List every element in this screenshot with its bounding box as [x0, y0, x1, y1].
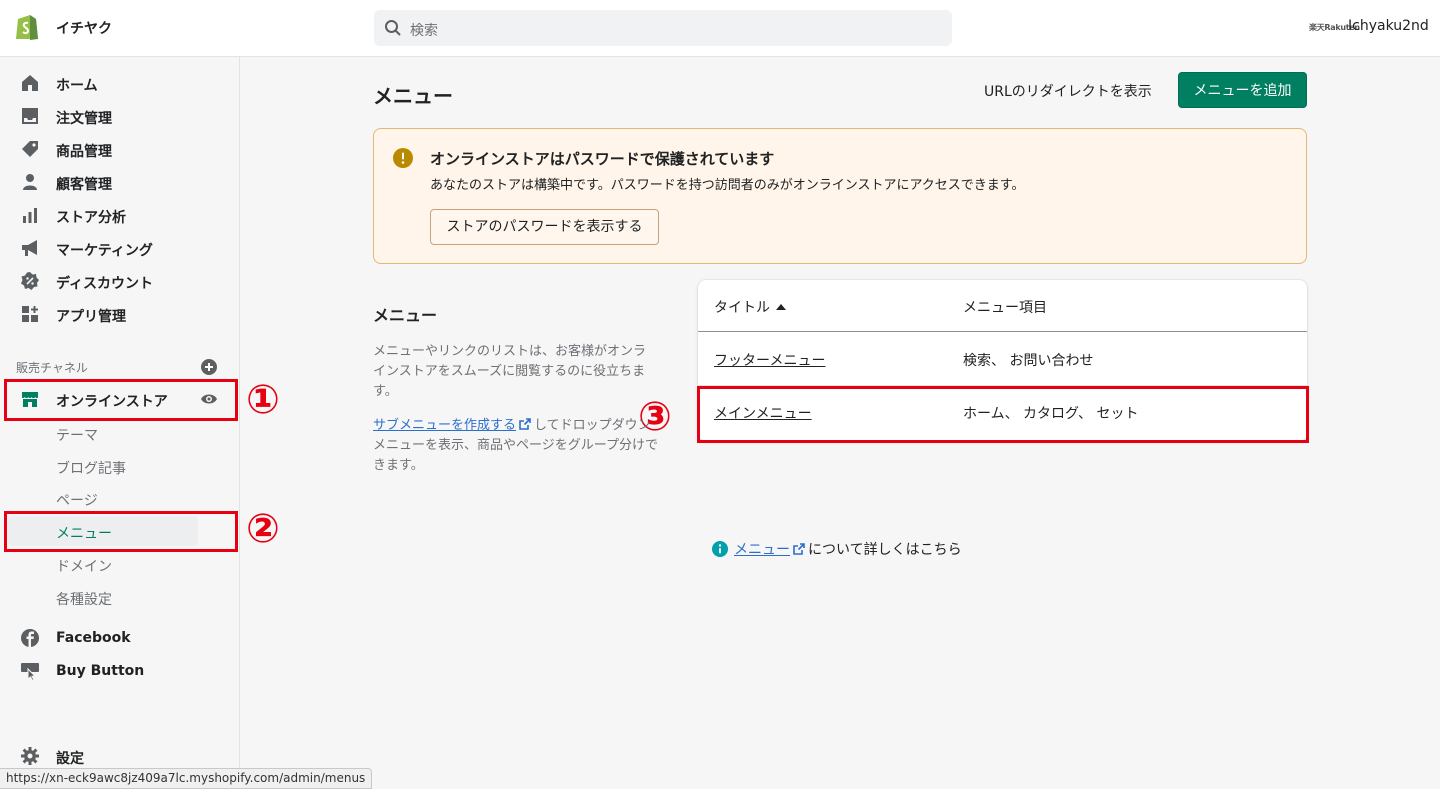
sidebar-item-label: 設定	[56, 751, 84, 767]
password-protection-banner: オンラインストアはパスワードで保護されています あなたのストアは構築中です。パス…	[373, 128, 1307, 264]
warning-icon	[393, 148, 413, 168]
shopify-logo-icon[interactable]	[14, 13, 40, 41]
sidebar-item-apps[interactable]: アプリ管理	[0, 298, 239, 330]
apps-icon	[22, 306, 38, 322]
column-header-title[interactable]: タイトル	[714, 297, 786, 317]
home-icon	[22, 75, 38, 91]
table-header-divider	[698, 331, 1307, 332]
buy-button-icon	[21, 663, 39, 681]
sidebar-item-label: 顧客管理	[56, 177, 112, 193]
orders-icon	[22, 108, 38, 124]
sidebar-item-label: 注文管理	[56, 111, 112, 127]
account-name[interactable]: Ichyaku2nd	[1348, 18, 1429, 34]
info-icon	[712, 541, 728, 557]
sort-ascending-icon	[776, 304, 786, 310]
sidebar-item-label: ストア分析	[56, 210, 126, 226]
annotation-number-2: ②	[246, 506, 280, 552]
annotation-box-main-menu	[697, 386, 1309, 443]
sidebar-item-buy-button[interactable]: Buy Button	[0, 655, 239, 687]
analytics-icon	[23, 208, 37, 223]
gear-icon	[21, 747, 39, 765]
submenu-help-text: サブメニューを作成する してドロップダウンメニューを表示、商品やページをグループ分…	[373, 416, 658, 476]
sidebar-item-orders[interactable]: 注文管理	[0, 100, 239, 132]
add-channel-icon[interactable]	[201, 359, 217, 375]
section-title: メニュー	[373, 306, 438, 325]
sidebar-subitem-pages[interactable]: ページ	[0, 483, 239, 513]
external-link-icon	[793, 543, 805, 555]
menu-items-footer: 検索、 お問い合わせ	[963, 353, 1094, 369]
sidebar-subitem-blog-posts[interactable]: ブログ記事	[0, 451, 239, 481]
section-description: メニューやリンクのリストは、お客様がオンラインストアをスムーズに閲覧するのに役立…	[373, 344, 647, 399]
sidebar-item-marketing[interactable]: マーケティング	[0, 232, 239, 264]
sidebar: ホーム 注文管理 商品管理 顧客管理 ストア分析 マーケティング ディスカウント…	[0, 57, 240, 789]
external-link-icon	[519, 418, 531, 430]
sidebar-item-label: ディスカウント	[56, 276, 154, 292]
sidebar-subitem-label: ドメイン	[56, 559, 112, 575]
sidebar-subitem-label: 各種設定	[56, 592, 112, 608]
sidebar-subitem-themes[interactable]: テーマ	[0, 418, 239, 448]
create-submenu-link[interactable]: サブメニューを作成する	[373, 418, 516, 433]
sidebar-item-analytics[interactable]: ストア分析	[0, 199, 239, 231]
sidebar-item-facebook[interactable]: Facebook	[0, 622, 239, 654]
sidebar-item-label: Facebook	[56, 630, 131, 646]
discount-icon	[21, 272, 39, 290]
learn-more-menus-link[interactable]: メニュー	[734, 542, 790, 558]
view-url-redirects-link[interactable]: URLのリダイレクトを表示	[984, 81, 1152, 101]
annotation-box-online-store	[4, 379, 238, 421]
sidebar-item-label: マーケティング	[56, 243, 153, 259]
page-title: メニュー	[373, 84, 453, 108]
sidebar-subitem-label: ページ	[56, 493, 98, 509]
column-header-title-label: タイトル	[714, 300, 770, 316]
sidebar-item-label: アプリ管理	[56, 309, 126, 325]
annotation-box-navigation	[4, 511, 238, 552]
sidebar-item-customers[interactable]: 顧客管理	[0, 166, 239, 198]
person-icon	[23, 174, 37, 190]
annotation-number-1: ①	[246, 377, 280, 423]
megaphone-icon	[22, 240, 37, 256]
search-input[interactable]: 検索	[410, 20, 438, 40]
sidebar-item-discounts[interactable]: ディスカウント	[0, 265, 239, 297]
search-icon	[385, 20, 401, 36]
browser-status-bar-url: https://xn-eck9awc8jz409a7lc.myshopify.c…	[0, 768, 373, 789]
sidebar-item-label: 商品管理	[56, 144, 112, 160]
sidebar-subitem-domains[interactable]: ドメイン	[0, 549, 239, 579]
facebook-icon	[21, 629, 39, 647]
column-header-menu-items: メニュー項目	[963, 300, 1047, 316]
sidebar-item-label: Buy Button	[56, 663, 145, 679]
top-bar: イチヤク 検索 楽天Rakuten Ichyaku2nd	[0, 0, 1440, 57]
add-menu-button[interactable]: メニューを追加	[1178, 72, 1307, 108]
sidebar-subitem-label: ブログ記事	[56, 461, 126, 477]
learn-more-suffix: について詳しくはこちら	[808, 542, 962, 558]
menu-link-footer[interactable]: フッターメニュー	[714, 350, 825, 370]
sidebar-subitem-preferences[interactable]: 各種設定	[0, 582, 239, 612]
search-bar[interactable]: 検索	[374, 10, 952, 46]
sidebar-item-products[interactable]: 商品管理	[0, 133, 239, 165]
sidebar-item-home[interactable]: ホーム	[0, 67, 239, 99]
sidebar-subitem-label: テーマ	[56, 428, 98, 444]
banner-title: オンラインストアはパスワードで保護されています	[430, 150, 775, 168]
sales-channels-heading: 販売チャネル	[16, 361, 88, 375]
view-store-password-button[interactable]: ストアのパスワードを表示する	[430, 209, 659, 245]
tag-icon	[22, 141, 38, 157]
learn-more-footer: メニュー について詳しくはこちら	[712, 539, 962, 559]
sidebar-item-label: ホーム	[56, 78, 98, 94]
banner-text: あなたのストアは構築中です。パスワードを持つ訪問者のみがオンラインストアにアクセ…	[430, 178, 1025, 193]
store-name[interactable]: イチヤク	[56, 18, 112, 38]
